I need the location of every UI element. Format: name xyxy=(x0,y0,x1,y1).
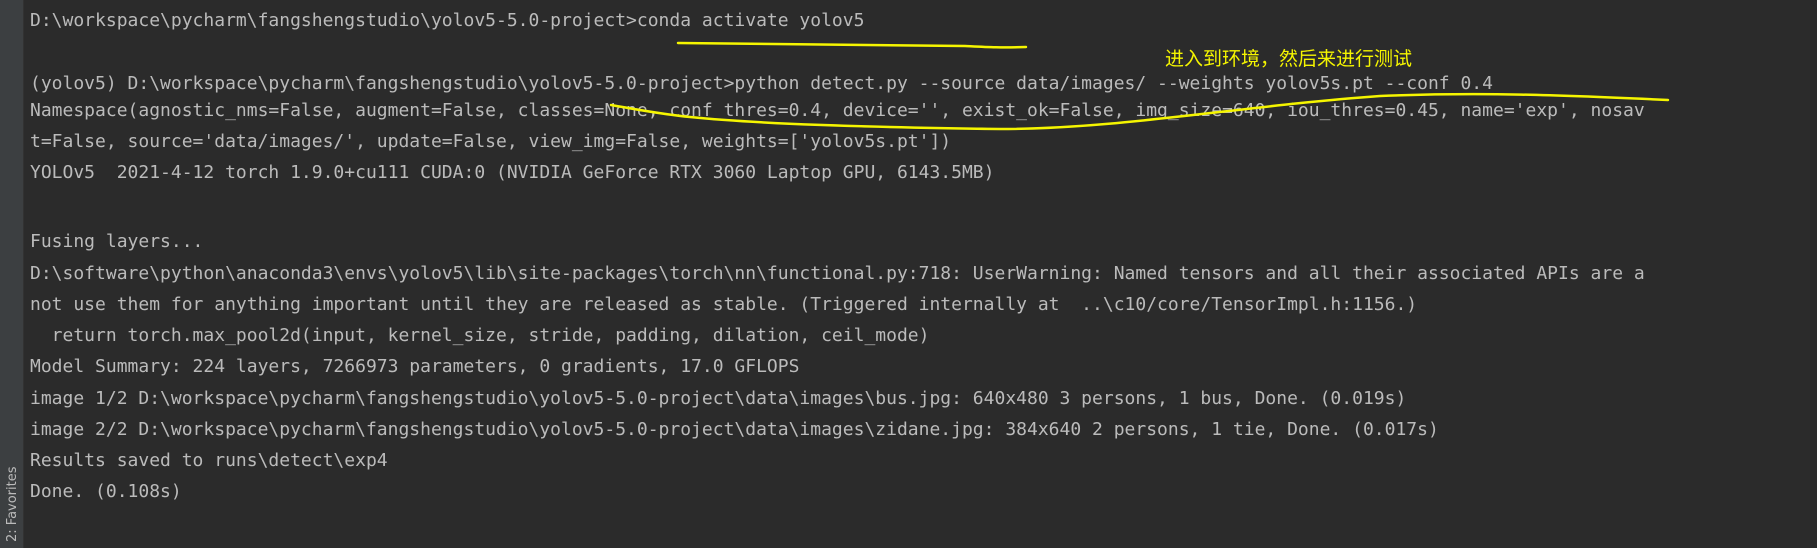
console-line-done: Done. (0.108s) xyxy=(30,481,182,502)
handwritten-note: 进入到环境，然后来进行测试 xyxy=(1165,48,1413,70)
console-line-version: YOLOv5 2021-4-12 torch 1.9.0+cu111 CUDA:… xyxy=(30,162,995,183)
console-line-namespace-cont: t=False, source='data/images/', update=F… xyxy=(30,131,952,152)
tool-window-strip: 2: Favorites xyxy=(0,0,24,548)
favorites-tab-label: 2: Favorites xyxy=(5,466,20,542)
console-line-fusing: Fusing layers... xyxy=(30,231,204,252)
console-line-summary: Model Summary: 224 layers, 7266973 param… xyxy=(30,356,800,377)
favorites-tab[interactable]: 2: Favorites xyxy=(0,448,23,548)
console-line-warning-cont: not use them for anything important unti… xyxy=(30,294,1418,315)
console-line-image-1: image 1/2 D:\workspace\pycharm\fangsheng… xyxy=(30,388,1407,409)
console-line-namespace: Namespace(agnostic_nms=False, augment=Fa… xyxy=(30,100,1645,121)
console-line-warning: D:\software\python\anaconda3\envs\yolov5… xyxy=(30,263,1645,284)
console-line-activate: D:\workspace\pycharm\fangshengstudio\yol… xyxy=(30,10,865,31)
console-line-results: Results saved to runs\detect\exp4 xyxy=(30,450,388,471)
console-line-return: return torch.max_pool2d(input, kernel_si… xyxy=(30,325,930,346)
console-output[interactable]: D:\workspace\pycharm\fangshengstudio\yol… xyxy=(30,0,1817,548)
terminal-window: 2: Favorites D:\workspace\pycharm\fangsh… xyxy=(0,0,1817,548)
console-line-image-2: image 2/2 D:\workspace\pycharm\fangsheng… xyxy=(30,419,1439,440)
